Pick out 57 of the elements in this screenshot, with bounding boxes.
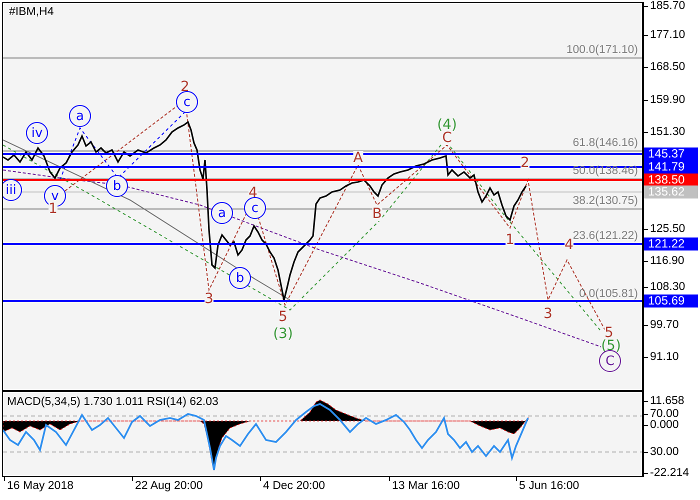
circled-wave-label: b bbox=[106, 175, 128, 197]
price-axis-label: 108.30 bbox=[644, 281, 686, 293]
time-axis-label: 22 Aug 20:00 bbox=[132, 480, 203, 492]
price-level-tag: 121.22 bbox=[644, 238, 698, 250]
indicator-axis-label: 30.00 bbox=[644, 446, 679, 458]
wave-label: 3 bbox=[204, 292, 214, 306]
chart-symbol-label: #IBM,H4 bbox=[9, 6, 54, 18]
price-axis-label: 185.70 bbox=[644, 0, 686, 12]
circled-wave-label: iv bbox=[26, 122, 48, 144]
wave-label: 4 bbox=[248, 186, 258, 200]
fibonacci-level-label: 38.2(130.75) bbox=[572, 195, 638, 207]
fibonacci-level-label: 50.0(138.46) bbox=[572, 165, 638, 177]
time-axis-label: 13 Mar 16:00 bbox=[389, 480, 460, 492]
price-level-tag: 145.37 bbox=[644, 148, 698, 160]
circled-wave-label: a bbox=[211, 202, 233, 224]
time-axis-label: 16 May 2018 bbox=[4, 480, 74, 492]
fibonacci-level-label: 61.8(146.16) bbox=[572, 137, 638, 149]
price-level-tag: 141.79 bbox=[644, 160, 698, 174]
price-axis-label: 91.10 bbox=[644, 351, 679, 363]
indicator-axis-label: 11.658 bbox=[644, 395, 684, 407]
indicator-legend: MACD(5,34,5) 1.730 1.011 RSI(14) 62.03 bbox=[7, 396, 218, 408]
circled-wave-label: c bbox=[176, 91, 198, 113]
price-axis-label: 159.90 bbox=[644, 94, 686, 106]
fibonacci-level-label: 23.6(121.22) bbox=[572, 230, 638, 242]
wave-label: 3 bbox=[544, 307, 552, 321]
circled-wave-label: iii bbox=[3, 179, 22, 201]
fibonacci-level-label: 0.0(105.81) bbox=[579, 288, 638, 300]
wave-label: 5 bbox=[604, 326, 614, 340]
time-axis-label: 4 Dec 20:00 bbox=[260, 480, 326, 492]
circled-wave-label: b bbox=[229, 267, 251, 289]
wave-label: 4 bbox=[564, 238, 574, 252]
price-axis-label: 125.50 bbox=[644, 223, 686, 235]
fibonacci-level-label: 100.0(171.10) bbox=[566, 44, 638, 56]
price-axis-label: 116.90 bbox=[644, 255, 684, 267]
wave-label: C bbox=[442, 131, 452, 145]
price-level-tag: 105.69 bbox=[644, 294, 698, 308]
price-axis-label: 151.30 bbox=[644, 126, 686, 138]
wave-label: (3) bbox=[273, 327, 293, 341]
price-level-tag: 135.62 bbox=[644, 186, 698, 198]
price-axis-label: 177.10 bbox=[644, 29, 686, 41]
wave-label: 1 bbox=[506, 233, 514, 247]
price-level-tag: 138.50 bbox=[644, 174, 698, 186]
wave-label: A bbox=[353, 151, 363, 165]
circled-wave-label: a bbox=[69, 105, 91, 127]
wave-label: 2 bbox=[180, 80, 190, 94]
price-axis-label: 99.70 bbox=[644, 319, 679, 331]
time-axis-label: 5 Jun 16:00 bbox=[516, 480, 580, 492]
indicator-axis-label: 0.000 bbox=[644, 419, 679, 431]
price-axis-label: 168.50 bbox=[644, 61, 686, 73]
wave-label: 2 bbox=[520, 156, 530, 170]
circled-wave-label: c bbox=[244, 197, 266, 219]
wave-label: 5 bbox=[278, 310, 288, 324]
indicator-axis-label: -22.214 bbox=[644, 467, 690, 479]
indicator-axis-label: 70.00 bbox=[644, 408, 679, 420]
wave-label: B bbox=[372, 207, 382, 221]
wave-label: (4) bbox=[437, 118, 457, 132]
wave-label: (5) bbox=[601, 339, 621, 353]
